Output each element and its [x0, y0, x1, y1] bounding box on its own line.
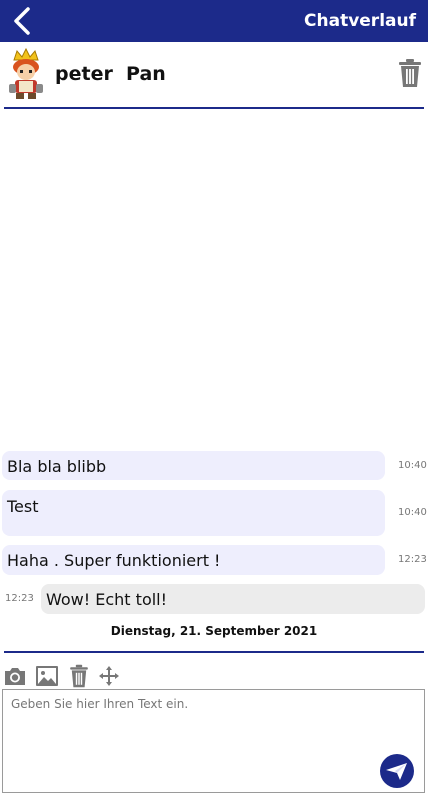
camera-button[interactable]: [3, 664, 27, 688]
move-icon: [99, 666, 119, 686]
back-button[interactable]: [8, 6, 38, 36]
contact-header: peter Pan: [0, 42, 428, 108]
message-composer: [2, 689, 425, 793]
message-text: Wow! Echt toll!: [46, 590, 168, 609]
composer-divider: [4, 651, 424, 653]
send-button[interactable]: [380, 754, 414, 788]
gallery-button[interactable]: [35, 664, 59, 688]
delete-button[interactable]: [67, 664, 91, 688]
message-bubble-outgoing: Haha . Super funktioniert !: [2, 545, 385, 575]
message-input[interactable]: [3, 690, 424, 792]
page-title: Chatverlauf: [304, 11, 416, 31]
message-text: Test: [7, 497, 39, 516]
image-icon: [36, 666, 58, 686]
delete-chat-button[interactable]: [398, 58, 422, 88]
message-text: Haha . Super funktioniert !: [7, 551, 221, 570]
camera-icon: [5, 668, 25, 685]
header-divider: [4, 107, 424, 109]
message-text: Bla bla blibb: [7, 457, 107, 476]
message-time: 12:23: [398, 554, 427, 565]
move-button[interactable]: [97, 664, 121, 688]
trash-icon: [399, 59, 421, 87]
avatar[interactable]: [6, 48, 46, 100]
paper-plane-icon: [386, 763, 407, 780]
message-time: 10:40: [398, 460, 427, 471]
message-bubble-outgoing: Bla bla blibb: [2, 451, 385, 480]
message-bubble-incoming: Wow! Echt toll!: [41, 584, 425, 614]
message-time: 10:40: [398, 507, 427, 518]
top-app-bar: Chatverlauf: [0, 0, 428, 42]
contact-name: peter Pan: [55, 63, 166, 85]
date-separator: Dienstag, 21. September 2021: [110, 624, 318, 638]
message-bubble-outgoing: Test: [2, 490, 385, 536]
back-arrow-icon: [14, 7, 30, 35]
message-time: 12:23: [5, 593, 34, 604]
trash-icon: [70, 664, 88, 688]
